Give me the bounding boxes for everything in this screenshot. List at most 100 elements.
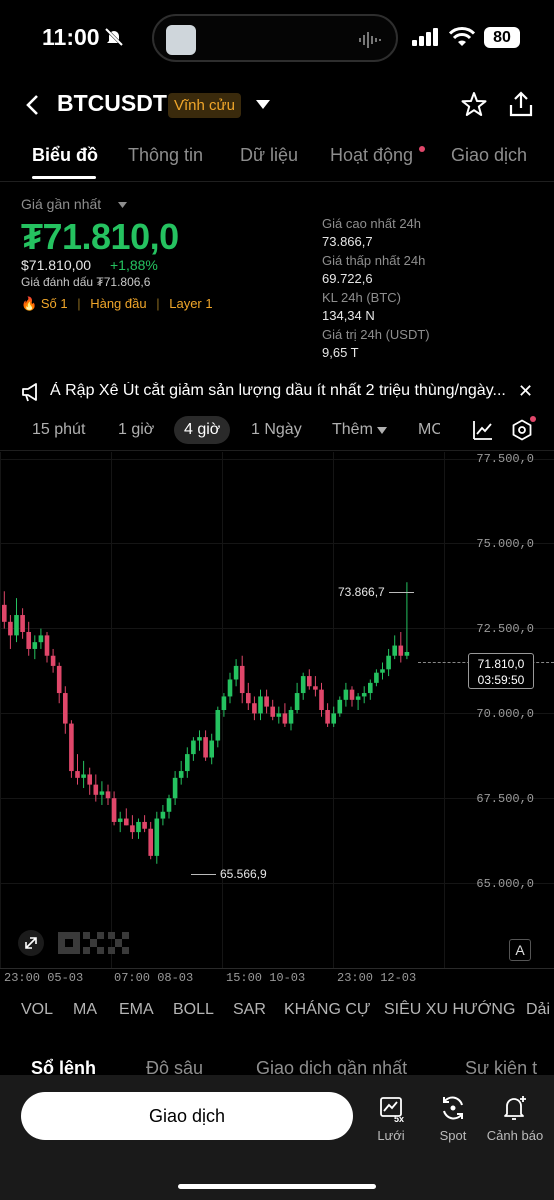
candle-body [386, 655, 391, 670]
candle-body [81, 774, 86, 778]
y-axis-tick: 70.000,0 [476, 707, 534, 721]
candle-body [63, 693, 68, 724]
auto-scale-button[interactable]: A [509, 939, 531, 961]
candle-body [172, 777, 178, 799]
x-axis-tick: 23:00 12-03 [337, 971, 417, 985]
candle-body [282, 713, 288, 724]
candle-body [14, 615, 19, 636]
grid-bot-icon[interactable]: 5x [378, 1095, 406, 1123]
candle-body [252, 703, 257, 714]
candle-body [136, 821, 141, 833]
candle-body [130, 825, 135, 833]
x-axis-tick: 07:00 08-03 [114, 971, 194, 985]
trade-button[interactable]: Giao dịch [21, 1092, 353, 1140]
candle-body [331, 713, 336, 724]
expand-icon[interactable] [17, 929, 45, 957]
candle-body [191, 740, 196, 755]
spot-label[interactable]: Spot [418, 1128, 488, 1143]
candle-body [99, 791, 105, 795]
candle-body [300, 676, 306, 694]
candle-body [215, 710, 221, 741]
candle-body [87, 774, 92, 785]
candle-body [325, 710, 330, 724]
candle-body [20, 615, 25, 632]
y-axis-tick: 72.500,0 [476, 622, 534, 636]
candle-body [148, 828, 153, 856]
spot-swap-icon[interactable] [439, 1094, 467, 1122]
candle-body [111, 798, 117, 822]
candle-body [392, 645, 397, 656]
indicator-vol[interactable]: VOL [21, 1001, 53, 1019]
current-price-tag: 71.810,0 03:59:50 [468, 653, 534, 689]
candle-body [227, 679, 233, 697]
candle-body [105, 791, 111, 799]
x-axis-tick: 23:00 05-03 [4, 971, 84, 985]
candle-body [166, 798, 172, 812]
candle-body [374, 672, 379, 683]
current-price-value: 71.810,0 [477, 657, 525, 671]
candle-body [276, 713, 282, 717]
candle-body [117, 818, 123, 822]
candle-body [404, 652, 410, 656]
grid-label[interactable]: Lưới [356, 1128, 426, 1143]
candle-body [142, 821, 147, 829]
candle-body [398, 645, 404, 656]
candle-body [203, 737, 208, 758]
candle-body [239, 665, 245, 694]
candle-body [319, 689, 324, 711]
indicator-boll[interactable]: BOLL [173, 1001, 214, 1019]
indicator-band[interactable]: Dải [526, 1001, 554, 1019]
candle-body [313, 686, 318, 690]
divider [0, 968, 554, 969]
indicator-ema[interactable]: EMA [119, 1001, 154, 1019]
low-price-label: 65.566,9 [220, 867, 267, 881]
alert-bell-plus-icon[interactable] [501, 1094, 529, 1122]
high-price-label: 73.866,7 [338, 585, 385, 599]
candle-body [380, 669, 385, 673]
alert-label[interactable]: Cảnh báo [480, 1128, 550, 1143]
candle-body [124, 818, 129, 826]
candle-body [270, 706, 275, 717]
candle-body [361, 693, 367, 697]
y-axis-tick: 67.500,0 [476, 792, 534, 806]
low-pointer-line [191, 874, 216, 875]
svg-text:5x: 5x [394, 1114, 404, 1123]
indicator-sar[interactable]: SAR [233, 1001, 266, 1019]
x-axis-tick: 15:00 10-03 [226, 971, 306, 985]
y-axis-tick: 77.500,0 [476, 452, 534, 466]
candle-body [307, 676, 312, 687]
home-indicator [178, 1184, 376, 1189]
candlestick-series [2, 582, 410, 864]
candle-body [337, 699, 343, 714]
indicator-ma[interactable]: MA [73, 1001, 97, 1019]
candle-body [26, 631, 31, 649]
candle-body [258, 696, 263, 714]
candle-body [69, 723, 74, 772]
candle-body [349, 689, 355, 700]
candle-body [93, 784, 99, 795]
y-axis-tick: 75.000,0 [476, 537, 534, 551]
candle-body [368, 682, 373, 694]
candle-body [294, 693, 300, 711]
indicator-resistance[interactable]: KHÁNG CỰ [284, 1001, 371, 1019]
y-axis-tick: 65.000,0 [476, 877, 534, 891]
candle-body [246, 693, 251, 704]
candle-body [154, 818, 160, 856]
candle-body [32, 642, 38, 649]
candle-body [160, 811, 166, 819]
candle-body [209, 740, 214, 758]
candle-body [178, 771, 184, 778]
candle-body [233, 665, 239, 680]
candle-body [44, 635, 50, 656]
candle-body [288, 710, 294, 724]
candle-body [185, 754, 190, 772]
candle-body [8, 621, 13, 636]
candle-body [56, 665, 62, 694]
candle-body [38, 635, 44, 643]
candle-body [75, 771, 80, 778]
candle-body [197, 737, 202, 741]
candle-body [2, 604, 7, 622]
candle-body [355, 696, 361, 700]
indicator-supertrend[interactable]: SIÊU XU HƯỚNG [384, 1001, 515, 1019]
candle-body [343, 689, 349, 700]
